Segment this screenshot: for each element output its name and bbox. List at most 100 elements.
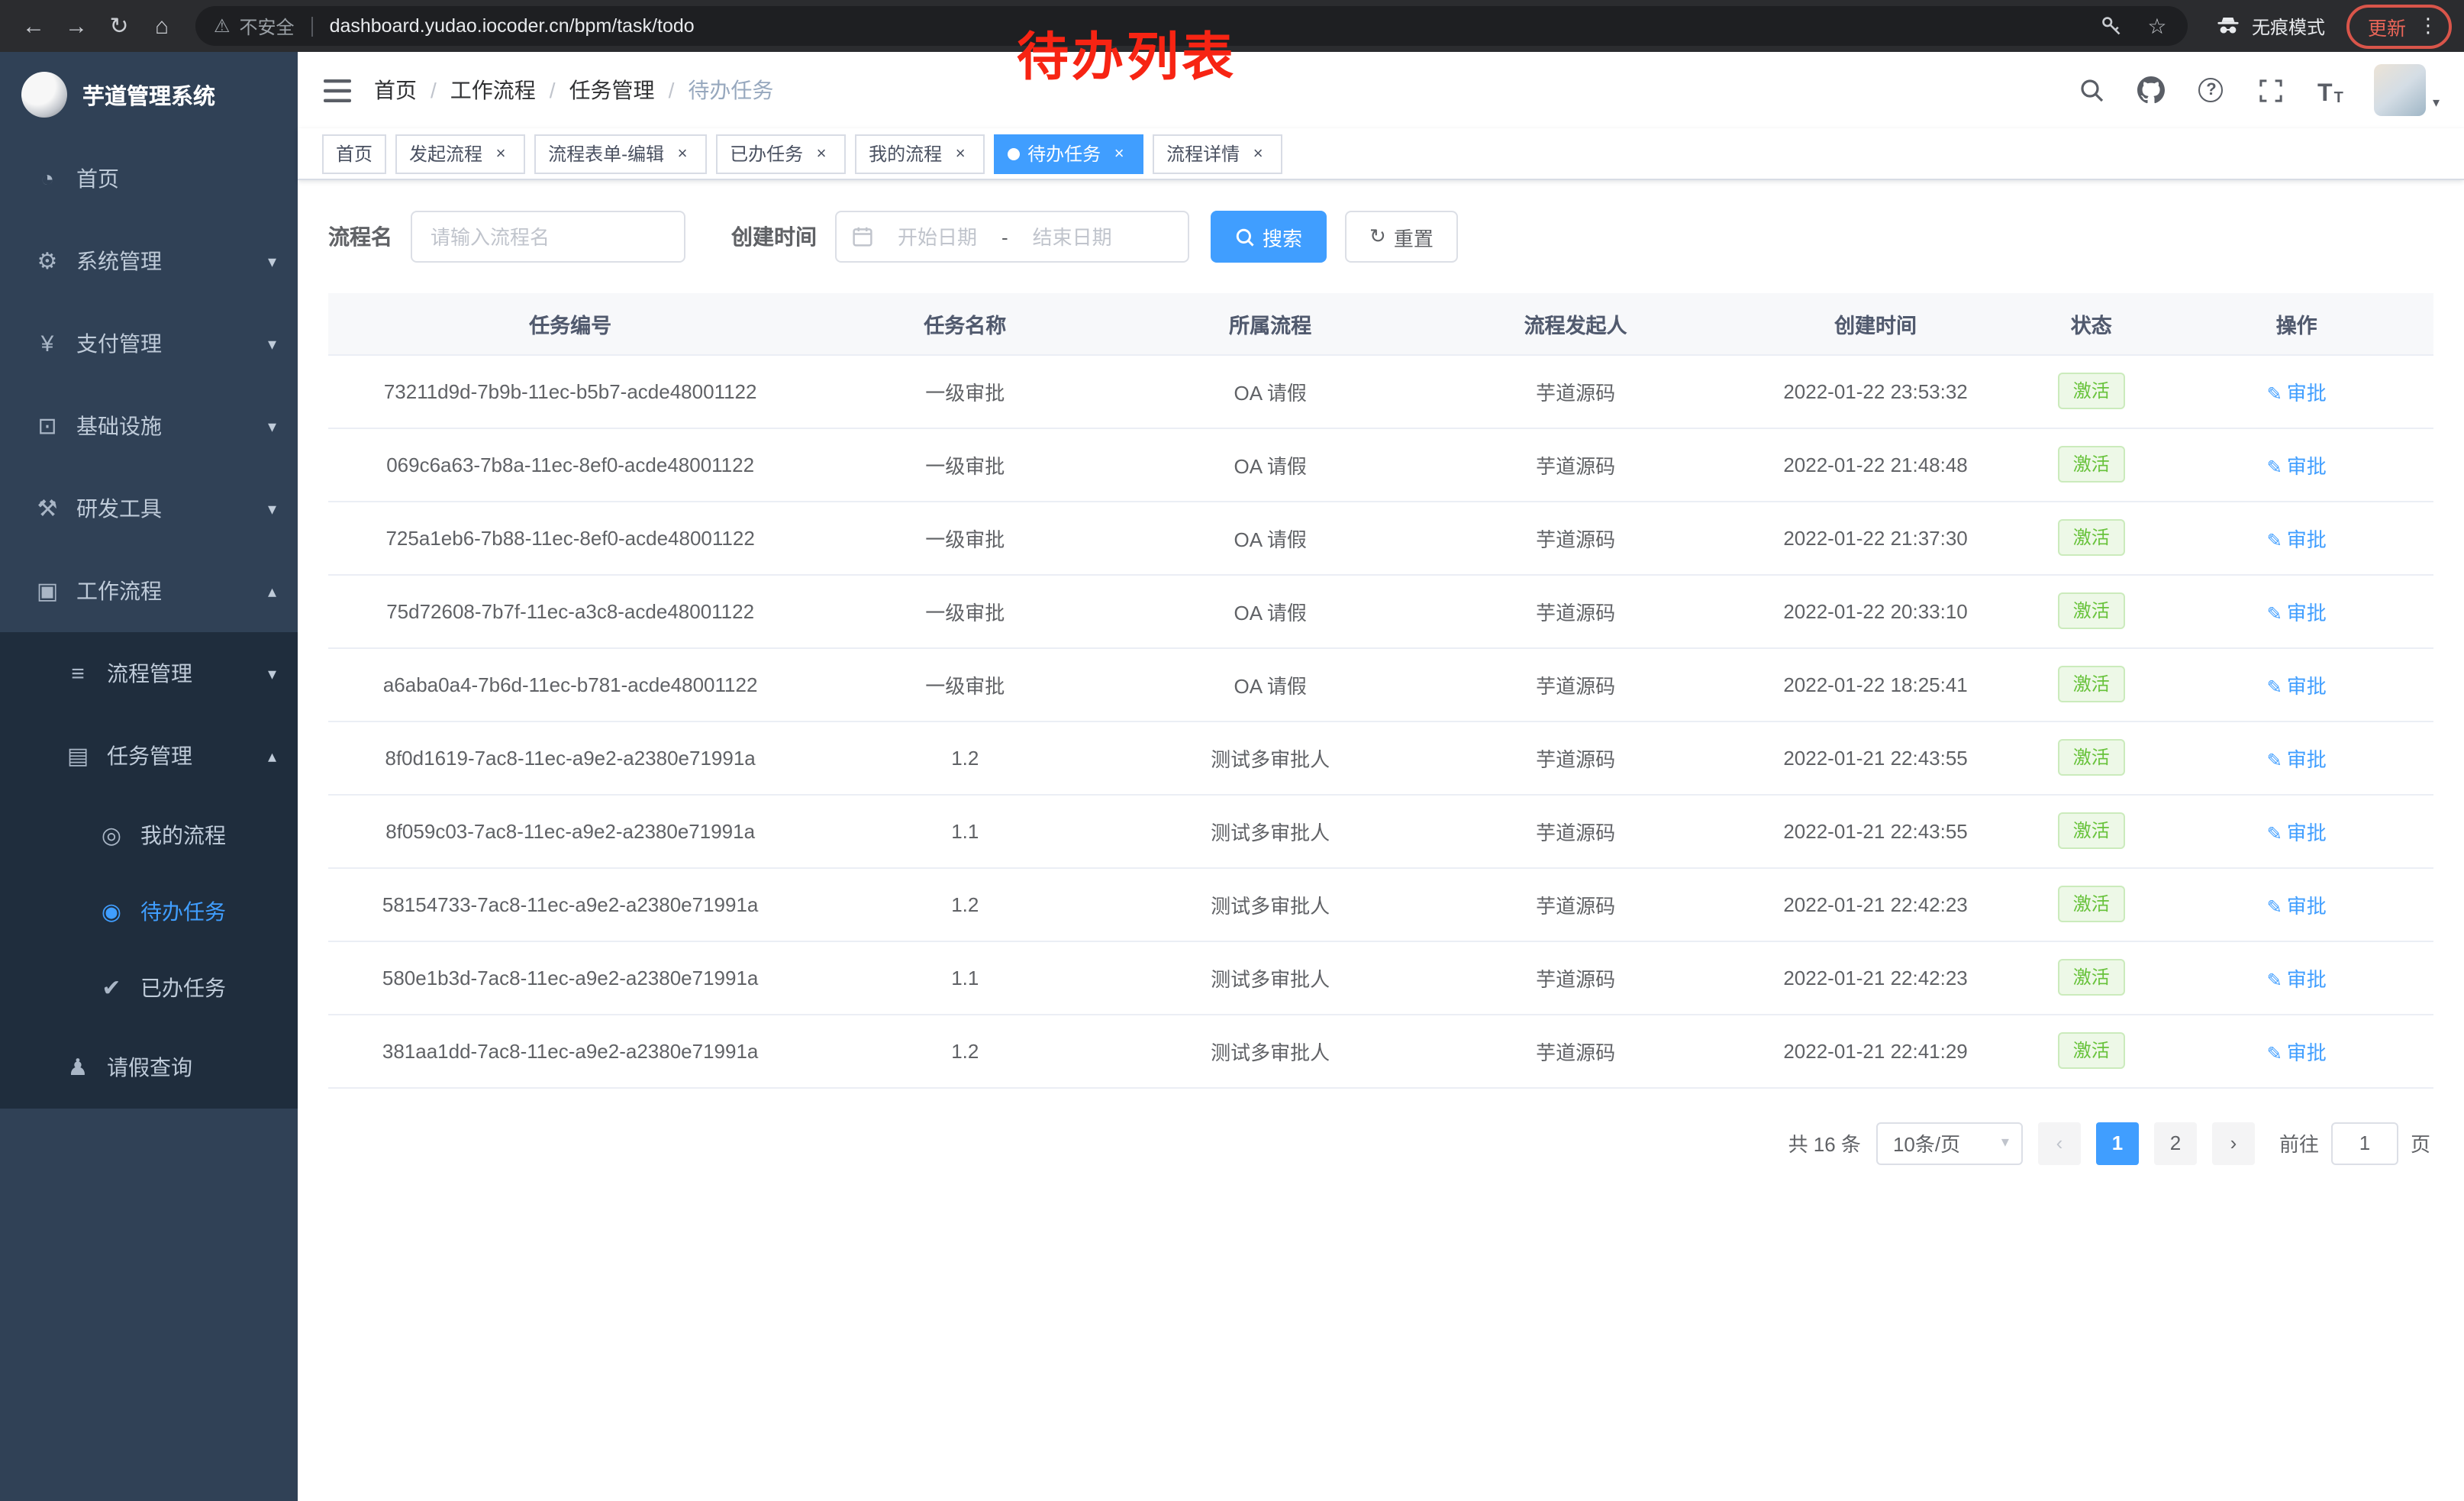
process-name-input[interactable] [411,211,685,263]
sidebar-item-done-task[interactable]: ✔已办任务 [0,950,298,1026]
page-button-2[interactable]: 2 [2154,1122,2197,1164]
github-icon[interactable] [2137,73,2167,107]
help-icon[interactable]: ? [2196,73,2227,107]
sidebar-item-my-process[interactable]: ◎我的流程 [0,797,298,873]
hamburger-icon[interactable] [322,73,353,107]
breadcrumb-item[interactable]: 首页 [374,75,417,105]
prev-page-button[interactable]: ‹ [2038,1122,2081,1164]
close-icon[interactable]: × [1108,144,1130,163]
task-mgmt-icon: ▤ [61,742,95,770]
approve-link[interactable]: ✎审批 [2267,747,2327,770]
sidebar-item-label: 流程管理 [107,658,268,689]
action-cell: ✎审批 [2159,574,2433,647]
sidebar-item-label: 支付管理 [76,328,268,359]
sidebar-item-label: 任务管理 [107,741,268,771]
approve-link[interactable]: ✎审批 [2267,1041,2327,1064]
status-badge: 激活 [2058,373,2125,409]
end-date-input[interactable] [1018,225,1127,248]
sidebar-item-infrastructure[interactable]: ⊡ 基础设施▾ [0,385,298,467]
caret-down-icon: ▾ [2433,95,2440,111]
column-header: 创建时间 [1728,293,2023,354]
approve-link[interactable]: ✎审批 [2267,674,2327,697]
browser-back-icon[interactable]: ← [12,5,55,47]
sidebar-item-process-mgmt[interactable]: ≡流程管理▾ [0,632,298,715]
approve-link[interactable]: ✎审批 [2267,967,2327,990]
search-icon[interactable] [2077,73,2108,107]
start-date-input[interactable] [882,225,992,248]
tab-待办任务[interactable]: 待办任务× [994,134,1143,173]
sidebar-item-leave-query[interactable]: ♟请假查询 [0,1026,298,1109]
browser-forward-icon[interactable]: → [55,5,98,47]
sidebar-item-label: 我的流程 [140,820,276,851]
reset-button[interactable]: ↻ 重置 [1345,211,1458,263]
sidebar-item-label: 待办任务 [140,896,276,927]
font-size-icon[interactable]: TT [2315,73,2346,107]
close-icon[interactable]: × [950,144,971,163]
chevron-down-icon: ▾ [268,416,276,436]
edit-icon: ✎ [2267,822,2282,844]
app-logo[interactable]: 芋道管理系统 [0,52,298,137]
sidebar-item-dashboard[interactable]: ◔首页 [0,137,298,220]
sidebar-item-task-mgmt[interactable]: ▤任务管理▴ [0,715,298,797]
sidebar-item-label: 已办任务 [140,973,276,1003]
tab-label: 首页 [336,140,373,166]
action-cell: ✎审批 [2159,867,2433,941]
tab-发起流程[interactable]: 发起流程× [395,134,525,173]
chevron-up-icon: ▴ [268,581,276,601]
tab-首页[interactable]: 首页 [322,134,386,173]
key-icon[interactable] [2093,15,2130,37]
edit-icon: ✎ [2267,602,2282,624]
approve-link[interactable]: ✎审批 [2267,528,2327,550]
page-button-1[interactable]: 1 [2096,1122,2139,1164]
approve-link[interactable]: ✎审批 [2267,381,2327,404]
user-avatar-menu[interactable]: ▾ [2375,64,2440,116]
close-icon[interactable]: × [490,144,511,163]
breadcrumb-item[interactable]: 工作流程 [450,75,536,105]
sidebar-item-label: 基础设施 [76,411,268,441]
dev-tools-icon: ⚒ [31,495,64,522]
incognito-icon [2215,15,2241,37]
approve-link[interactable]: ✎审批 [2267,454,2327,477]
bookmark-star-icon[interactable]: ☆ [2139,13,2175,39]
close-icon[interactable]: × [811,144,832,163]
tab-已办任务[interactable]: 已办任务× [716,134,846,173]
edit-icon: ✎ [2267,529,2282,550]
task-id-cell: 8f059c03-7ac8-11ec-a9e2-a2380e71991a [328,794,812,867]
create-time-cell: 2022-01-22 23:53:32 [1728,354,2023,428]
process-cell: 测试多审批人 [1118,1014,1423,1087]
create-time-cell: 2022-01-21 22:42:23 [1728,867,2023,941]
browser-reload-icon[interactable]: ↻ [98,5,140,47]
breadcrumb-item[interactable]: 任务管理 [569,75,655,105]
close-icon[interactable]: × [1247,144,1269,163]
date-range-picker[interactable]: - [835,211,1189,263]
goto-page-input[interactable] [2331,1122,2398,1164]
sidebar-item-todo-task[interactable]: ◉待办任务 [0,873,298,950]
tab-流程详情[interactable]: 流程详情× [1153,134,1282,173]
tab-流程表单-编辑[interactable]: 流程表单-编辑× [534,134,707,173]
edit-icon: ✎ [2267,1042,2282,1064]
task-name-cell: 1.2 [812,721,1118,794]
approve-link[interactable]: ✎审批 [2267,601,2327,624]
fullscreen-icon[interactable] [2256,73,2286,107]
update-button[interactable]: 更新 ⋮ [2346,4,2452,48]
sidebar-item-workflow[interactable]: ▣工作流程▴ [0,550,298,632]
infrastructure-icon: ⊡ [31,412,64,440]
page-size-select[interactable]: 10条/页 ▾ [1876,1122,2023,1164]
task-name-cell: 1.2 [812,1014,1118,1087]
sidebar-item-dev-tools[interactable]: ⚒研发工具▾ [0,467,298,550]
next-page-button[interactable]: › [2212,1122,2255,1164]
approve-link[interactable]: ✎审批 [2267,894,2327,917]
browser-menu-icon[interactable]: ⋮ [2418,14,2438,38]
close-icon[interactable]: × [672,144,693,163]
table-row: 8f059c03-7ac8-11ec-a9e2-a2380e71991a1.1测… [328,794,2433,867]
tab-我的流程[interactable]: 我的流程× [855,134,985,173]
browser-home-icon[interactable]: ⌂ [140,5,183,47]
tags-view: 首页发起流程×流程表单-编辑×已办任务×我的流程×待办任务× 流程详情× [298,128,2464,180]
initiator-cell: 芋道源码 [1423,428,1728,501]
sidebar-item-gear[interactable]: ⚙系统管理▾ [0,220,298,302]
chevron-down-icon: ▾ [268,499,276,518]
search-button[interactable]: 搜索 [1211,211,1327,263]
goto-page: 前往 页 [2279,1122,2430,1164]
approve-link[interactable]: ✎审批 [2267,821,2327,844]
sidebar-item-payment[interactable]: ¥支付管理▾ [0,302,298,385]
